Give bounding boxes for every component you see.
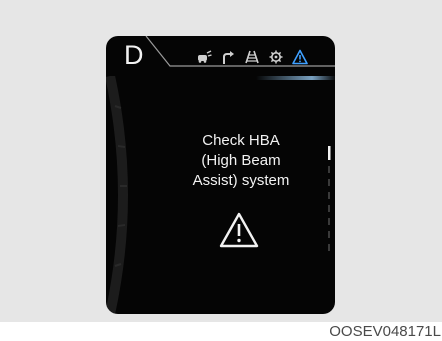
turn-arrow-icon [220,49,236,65]
hba-warning-message: Check HBA (High Beam Assist) system [168,131,314,191]
message-line: (High Beam [201,152,281,169]
warning-triangle-icon [292,49,308,65]
level-scale [328,146,331,251]
gear-indicator: D [124,40,144,70]
lane-keeping-icon [196,49,212,65]
large-warning-icon [219,212,259,248]
cluster-display: D Check HBA (High Beam Assist) system [106,36,335,314]
message-line: Check HBA [202,132,280,149]
header-glow [256,76,335,80]
status-icons [196,49,308,65]
road-lanes-icon [244,49,260,65]
gear-settings-icon [268,49,284,65]
message-line: Assist) system [192,172,290,189]
gauge-arc [106,76,128,314]
figure-caption: OOSEV048171L [329,323,441,340]
